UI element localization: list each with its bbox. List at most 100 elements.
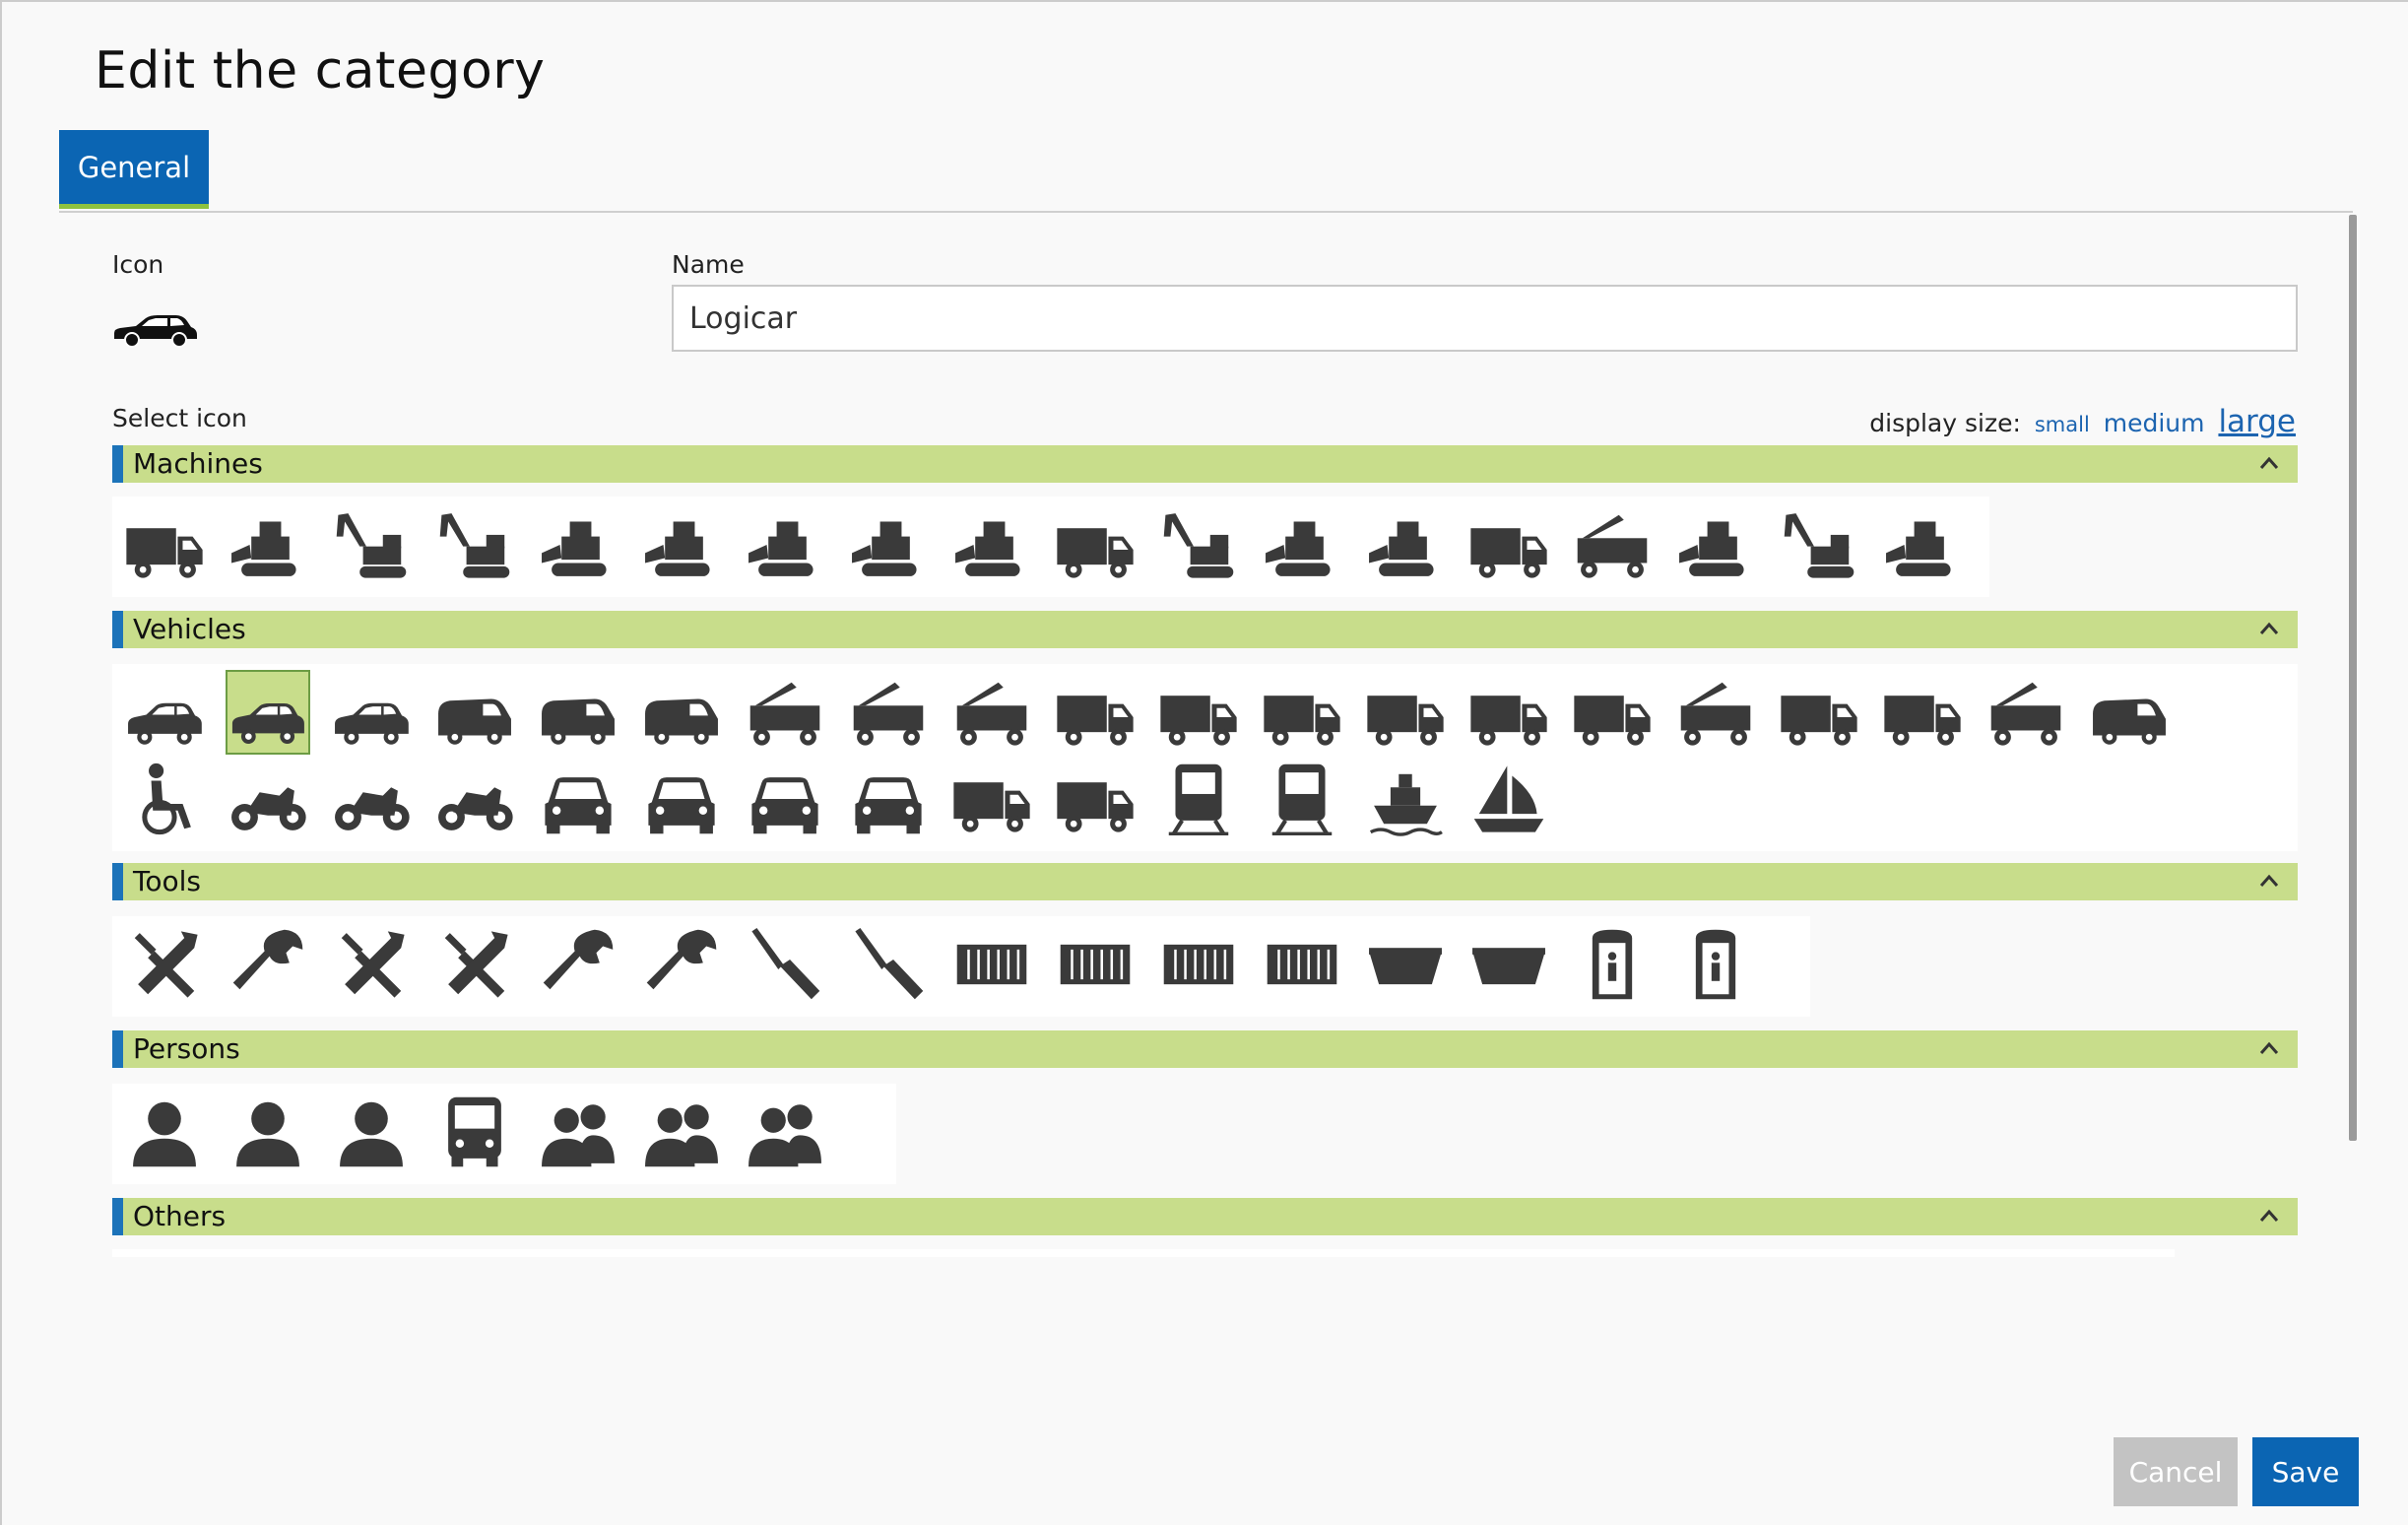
- tab-bar: General: [59, 130, 2353, 213]
- display-size-large[interactable]: large: [2218, 404, 2296, 439]
- chevron-up-icon: [2259, 456, 2279, 469]
- category-title: Others: [133, 1200, 227, 1232]
- trailer-pump-icon[interactable]: [1466, 502, 1551, 587]
- moped-icon[interactable]: [432, 757, 517, 841]
- person-female-icon[interactable]: [226, 1090, 310, 1174]
- save-button[interactable]: Save: [2252, 1437, 2359, 1506]
- toilet-cabin-woman-icon[interactable]: [1673, 922, 1758, 1007]
- wrench-icon[interactable]: [536, 922, 620, 1007]
- tracked-excavator-icon[interactable]: [432, 502, 517, 587]
- icon-grid-others: [112, 1249, 2175, 1257]
- sailboat-icon[interactable]: [1466, 757, 1551, 841]
- hammer-pick-icon[interactable]: [122, 922, 207, 1007]
- person-business-icon[interactable]: [432, 1090, 517, 1174]
- group-icon[interactable]: [743, 1090, 827, 1174]
- skip-bin-icon[interactable]: [1363, 922, 1448, 1007]
- locomotive-icon[interactable]: [1156, 757, 1241, 841]
- road-roller-icon[interactable]: [536, 502, 620, 587]
- page-title: Edit the category: [95, 41, 546, 100]
- taxi-front-icon[interactable]: [743, 757, 827, 841]
- category-header-others[interactable]: Others: [112, 1198, 2298, 1235]
- container-large-icon[interactable]: [949, 922, 1034, 1007]
- ambulance-icon[interactable]: [2087, 670, 2172, 755]
- display-size-small[interactable]: small: [2035, 413, 2090, 436]
- chevron-up-icon: [2259, 874, 2279, 887]
- category-header-vehicles[interactable]: Vehicles: [112, 611, 2298, 648]
- scooter-icon[interactable]: [329, 757, 414, 841]
- low-loader-icon[interactable]: [1673, 670, 1758, 755]
- recovery-truck-icon[interactable]: [1570, 670, 1655, 755]
- ship-icon[interactable]: [1363, 757, 1448, 841]
- bus-front-icon[interactable]: [846, 757, 931, 841]
- two-persons-icon[interactable]: [536, 1090, 620, 1174]
- hammer-wrench-icon[interactable]: [226, 922, 310, 1007]
- lorry-icon[interactable]: [949, 757, 1034, 841]
- container-small-icon[interactable]: [1156, 922, 1241, 1007]
- category-title: Tools: [133, 865, 201, 897]
- tab-general[interactable]: General: [59, 130, 209, 209]
- category-title: Machines: [133, 447, 263, 480]
- tow-truck-icon[interactable]: [1466, 670, 1551, 755]
- toilet-cabin-man-icon[interactable]: [1570, 922, 1655, 1007]
- spanner-icon[interactable]: [639, 922, 724, 1007]
- car-front-icon[interactable]: [639, 757, 724, 841]
- cancel-button[interactable]: Cancel: [2114, 1437, 2238, 1506]
- small-car-icon[interactable]: [536, 757, 620, 841]
- crawler-dozer-icon[interactable]: [639, 502, 724, 587]
- jumping-jack-icon[interactable]: [1156, 502, 1241, 587]
- train-icon[interactable]: [1260, 757, 1344, 841]
- crane-truck-icon[interactable]: [743, 670, 827, 755]
- person-male-icon[interactable]: [329, 1090, 414, 1174]
- tanker-truck-icon[interactable]: [1156, 670, 1241, 755]
- van-icon[interactable]: [536, 670, 620, 755]
- sedan-icon[interactable]: [122, 670, 207, 755]
- mallet-icon[interactable]: [432, 922, 517, 1007]
- hammer-icon[interactable]: [329, 922, 414, 1007]
- screwdriver-icon[interactable]: [743, 922, 827, 1007]
- crawler-crane-icon[interactable]: [1570, 502, 1655, 587]
- car-transporter-icon[interactable]: [1984, 670, 2068, 755]
- mobile-crane-icon[interactable]: [846, 670, 931, 755]
- minivan-icon[interactable]: [432, 670, 517, 755]
- tracked-loader-icon[interactable]: [846, 502, 931, 587]
- wheeled-excavator-icon[interactable]: [329, 502, 414, 587]
- icon-grid-persons: [112, 1084, 896, 1184]
- person-icon[interactable]: [122, 1090, 207, 1174]
- motorcycle-icon[interactable]: [226, 757, 310, 841]
- category-header-persons[interactable]: Persons: [112, 1030, 2298, 1068]
- concrete-mixer-icon[interactable]: [1053, 502, 1138, 587]
- display-size-medium[interactable]: medium: [2104, 409, 2205, 437]
- truck-crane-icon[interactable]: [949, 670, 1034, 755]
- current-car-icon: [114, 315, 197, 348]
- wheel-loader-icon[interactable]: [743, 502, 827, 587]
- tanker-trailer-icon[interactable]: [1880, 670, 1965, 755]
- tractor-icon[interactable]: [949, 502, 1034, 587]
- tracked-dumper-icon[interactable]: [226, 502, 310, 587]
- category-header-machines[interactable]: Machines: [112, 445, 2298, 483]
- flatbed-truck-icon[interactable]: [1260, 670, 1344, 755]
- combine-harvester-icon[interactable]: [1673, 502, 1758, 587]
- wheelchair-icon[interactable]: [122, 757, 207, 841]
- tipper-truck-icon[interactable]: [1053, 670, 1138, 755]
- scrollbar[interactable]: [2349, 215, 2357, 1141]
- three-persons-icon[interactable]: [639, 1090, 724, 1174]
- category-title: Vehicles: [133, 613, 246, 645]
- taxi-icon[interactable]: [329, 670, 414, 755]
- telehandler-icon[interactable]: [1777, 502, 1861, 587]
- cargo-truck-icon[interactable]: [1053, 757, 1138, 841]
- delivery-van-icon[interactable]: [639, 670, 724, 755]
- category-header-tools[interactable]: Tools: [112, 863, 2298, 900]
- forklift-icon[interactable]: [1880, 502, 1965, 587]
- box-truck-icon[interactable]: [1363, 670, 1448, 755]
- screwdriver-alt-icon[interactable]: [846, 922, 931, 1007]
- estate-car-icon[interactable]: [226, 670, 310, 755]
- walk-behind-compactor-icon[interactable]: [1363, 502, 1448, 587]
- name-input[interactable]: [672, 285, 2298, 352]
- small-skip-icon[interactable]: [1466, 922, 1551, 1007]
- semi-truck-icon[interactable]: [1777, 670, 1861, 755]
- name-label: Name: [672, 250, 745, 279]
- skip-container-icon[interactable]: [1260, 922, 1344, 1007]
- container-medium-icon[interactable]: [1053, 922, 1138, 1007]
- plate-compactor-icon[interactable]: [1260, 502, 1344, 587]
- dump-truck-icon[interactable]: [122, 502, 207, 587]
